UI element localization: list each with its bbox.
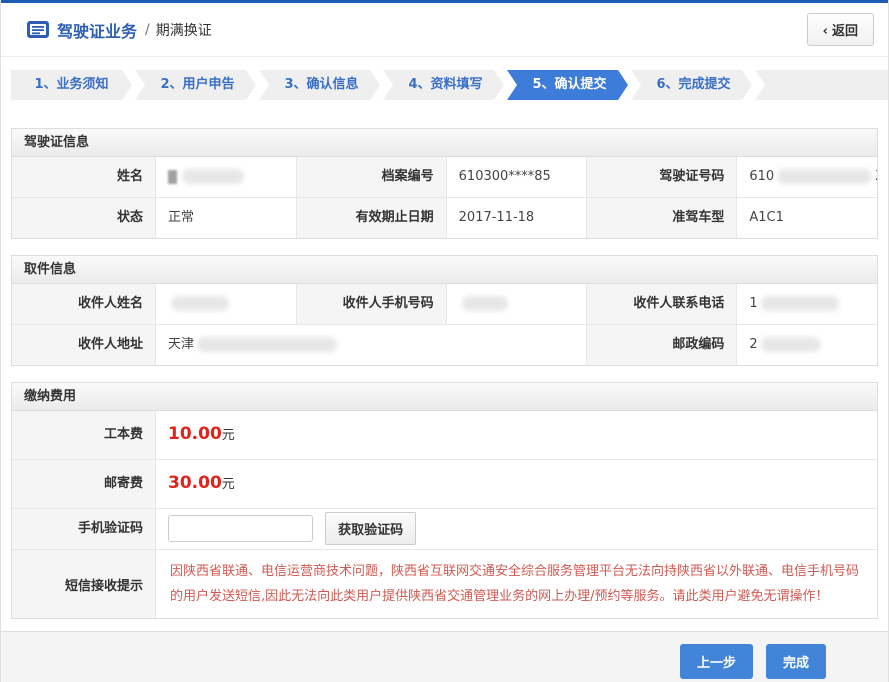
vehicle-class-label: 准驾车型 bbox=[586, 198, 736, 238]
step-filler bbox=[755, 70, 888, 100]
status-label: 状态 bbox=[12, 198, 155, 238]
sms-notice-label: 短信接收提示 bbox=[12, 550, 155, 618]
vehicle-class-value: A1C1 bbox=[736, 198, 877, 238]
section-fees: 缴纳费用 工本费 10.00元 邮寄费 30.00元 手机验证码 获取验证码 短… bbox=[11, 382, 878, 619]
step-2-user-declaration[interactable]: 2、用户申告 bbox=[135, 70, 256, 100]
expiry-value: 2017-11-18 bbox=[446, 198, 587, 238]
section-pickup-info: 取件信息 收件人姓名 收件人手机号码 收件人联系电话 1 收件人地址 天津 邮政… bbox=[11, 255, 878, 366]
recipient-name-label: 收件人姓名 bbox=[12, 284, 155, 324]
section-fees-title: 缴纳费用 bbox=[12, 383, 877, 411]
status-value: 正常 bbox=[155, 198, 296, 238]
breadcrumb-separator: / bbox=[145, 22, 150, 38]
mailing-fee-label: 邮寄费 bbox=[12, 460, 155, 508]
recipient-phone-label: 收件人联系电话 bbox=[586, 284, 736, 324]
name-value bbox=[155, 157, 296, 197]
table-row: 收件人地址 天津 邮政编码 2 bbox=[12, 324, 877, 365]
back-button[interactable]: ‹ 返回 bbox=[807, 13, 874, 46]
postal-code-prefix: 2 bbox=[749, 337, 757, 352]
license-number-prefix: 610 bbox=[749, 169, 774, 184]
redacted-recipient-address bbox=[197, 337, 337, 352]
redacted-name bbox=[182, 169, 244, 184]
page: 驾驶证业务 / 期满换证 ‹ 返回 1、业务须知 2、用户申告 3、确认信息 4、… bbox=[0, 0, 889, 682]
license-number-label: 驾驶证号码 bbox=[586, 157, 736, 197]
section-license-title: 驾驶证信息 bbox=[12, 129, 877, 157]
recipient-address-value: 天津 bbox=[155, 325, 586, 365]
table-row: 收件人姓名 收件人手机号码 收件人联系电话 1 bbox=[12, 284, 877, 324]
postal-code-label: 邮政编码 bbox=[586, 325, 736, 365]
license-number-value: 610 X bbox=[736, 157, 877, 197]
expiry-label: 有效期止日期 bbox=[296, 198, 446, 238]
production-fee-value: 10.00元 bbox=[155, 411, 877, 459]
step-wizard: 1、业务须知 2、用户申告 3、确认信息 4、资料填写 5、确认提交 6、完成提… bbox=[1, 70, 888, 100]
recipient-phone-prefix: 1 bbox=[749, 296, 757, 311]
page-title: 驾驶证业务 bbox=[57, 18, 137, 42]
finish-button[interactable]: 完成 bbox=[766, 644, 826, 679]
previous-step-button[interactable]: 上一步 bbox=[680, 644, 753, 679]
recipient-mobile-value bbox=[446, 284, 587, 324]
currency-unit: 元 bbox=[222, 477, 235, 492]
table-row: 状态 正常 有效期止日期 2017-11-18 准驾车型 A1C1 bbox=[12, 197, 877, 238]
header: 驾驶证业务 / 期满换证 ‹ 返回 bbox=[1, 3, 888, 57]
sms-code-label: 手机验证码 bbox=[12, 509, 155, 549]
main-content: 驾驶证信息 姓名 档案编号 610300****85 驾驶证号码 610 X 状态… bbox=[1, 100, 888, 619]
sms-notice-text: 因陕西省联通、电信运营商技术问题，陕西省互联网交通安全综合服务管理平台无法向持陕… bbox=[155, 550, 877, 618]
production-fee-label: 工本费 bbox=[12, 411, 155, 459]
step-6-finish-submit[interactable]: 6、完成提交 bbox=[631, 70, 752, 100]
license-number-suffix: X bbox=[875, 169, 877, 184]
currency-unit: 元 bbox=[222, 428, 235, 443]
step-1-business-notes[interactable]: 1、业务须知 bbox=[11, 70, 132, 100]
recipient-mobile-label: 收件人手机号码 bbox=[296, 284, 446, 324]
production-fee-amount: 10.00 bbox=[168, 424, 222, 444]
section-pickup-title: 取件信息 bbox=[12, 256, 877, 284]
file-number-label: 档案编号 bbox=[296, 157, 446, 197]
footer-action-bar: 上一步 完成 bbox=[1, 631, 888, 682]
file-number-value: 610300****85 bbox=[446, 157, 587, 197]
recipient-name-value bbox=[155, 284, 296, 324]
redacted-recipient-phone bbox=[761, 296, 839, 311]
table-row: 邮寄费 30.00元 bbox=[12, 459, 877, 508]
sms-code-input[interactable] bbox=[168, 515, 313, 542]
table-row: 工本费 10.00元 bbox=[12, 411, 877, 459]
chevron-left-icon: ‹ bbox=[823, 24, 828, 39]
redacted-recipient-name bbox=[171, 296, 229, 311]
page-subtitle: 期满换证 bbox=[156, 20, 212, 40]
redacted-license-number bbox=[777, 169, 872, 184]
table-row: 短信接收提示 因陕西省联通、电信运营商技术问题，陕西省互联网交通安全综合服务管理… bbox=[12, 549, 877, 618]
step-4-fill-data[interactable]: 4、资料填写 bbox=[383, 70, 504, 100]
mailing-fee-value: 30.00元 bbox=[155, 460, 877, 508]
mailing-fee-amount: 30.00 bbox=[168, 473, 222, 493]
step-5-confirm-submit[interactable]: 5、确认提交 bbox=[507, 70, 628, 100]
get-sms-code-button[interactable]: 获取验证码 bbox=[325, 512, 416, 545]
back-button-label: 返回 bbox=[832, 24, 858, 39]
section-license-info: 驾驶证信息 姓名 档案编号 610300****85 驾驶证号码 610 X 状态… bbox=[11, 128, 878, 239]
table-row: 手机验证码 获取验证码 bbox=[12, 508, 877, 549]
recipient-address-prefix: 天津 bbox=[168, 337, 194, 352]
table-row: 姓名 档案编号 610300****85 驾驶证号码 610 X bbox=[12, 157, 877, 197]
step-3-confirm-info[interactable]: 3、确认信息 bbox=[259, 70, 380, 100]
sms-code-cell: 获取验证码 bbox=[155, 509, 877, 549]
postal-code-value: 2 bbox=[736, 325, 877, 365]
recipient-address-label: 收件人地址 bbox=[12, 325, 155, 365]
redacted-postal-code bbox=[761, 337, 821, 352]
redacted-fragment bbox=[168, 170, 177, 184]
recipient-phone-value: 1 bbox=[736, 284, 877, 324]
redacted-recipient-mobile bbox=[462, 296, 508, 311]
license-card-icon bbox=[27, 21, 49, 38]
name-label: 姓名 bbox=[12, 157, 155, 197]
